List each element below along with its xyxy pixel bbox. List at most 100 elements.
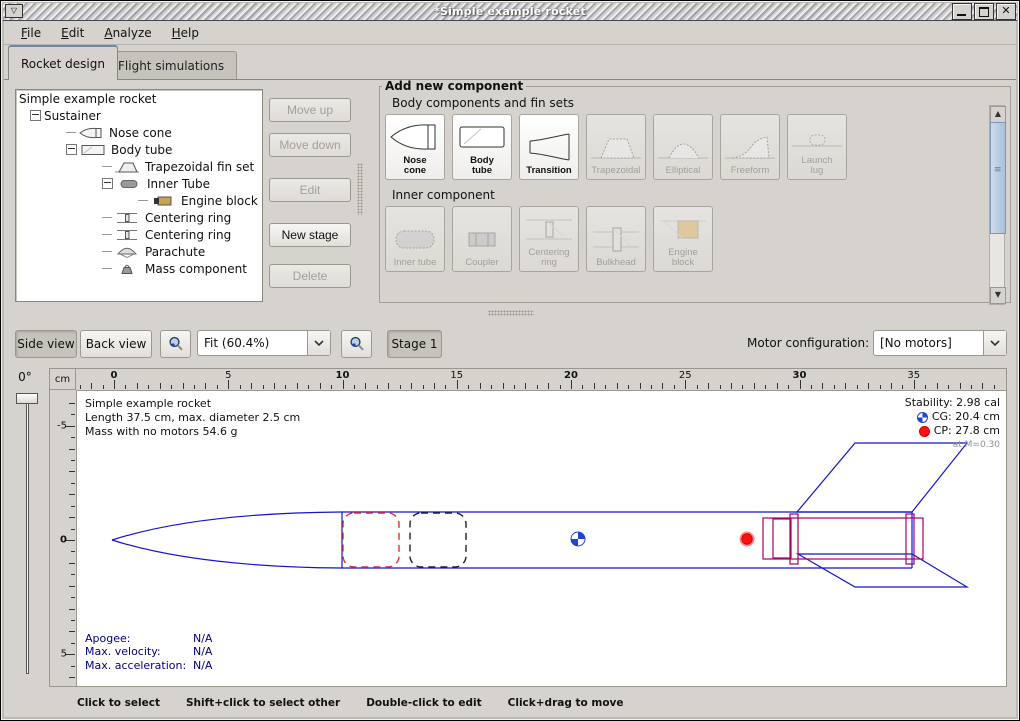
new-stage-button[interactable]: New stage xyxy=(269,223,351,247)
inner-components[interactable] xyxy=(763,514,923,564)
add-bulkhead-button[interactable]: Bulkhead xyxy=(586,206,646,272)
ruler-tick xyxy=(69,494,75,495)
chevron-down-icon[interactable] xyxy=(307,331,330,355)
tree-item-centering-ring[interactable]: Centering ring xyxy=(16,226,262,243)
tree-item-trapezoidal-fin-set[interactable]: Trapezoidal fin set xyxy=(16,158,262,175)
close-button[interactable]: ✕ xyxy=(996,3,1016,20)
horizontal-splitter-grip[interactable] xyxy=(488,310,534,316)
ruler-tick xyxy=(71,666,75,667)
tree-collapse-icon[interactable] xyxy=(66,144,77,155)
menu-help[interactable]: Help xyxy=(163,24,208,42)
maximize-button[interactable] xyxy=(974,3,994,20)
move-up-button[interactable]: Move up xyxy=(269,98,351,122)
tree-item-body-tube[interactable]: Body tube xyxy=(16,141,262,158)
tree-connector xyxy=(102,251,112,252)
add-body-tube-button[interactable]: Body tube xyxy=(452,114,512,180)
tree-item-nose-cone[interactable]: Nose cone xyxy=(16,124,262,141)
component-scrollbar[interactable]: ▲ ▼ xyxy=(989,105,1005,305)
chevron-down-icon[interactable] xyxy=(983,331,1006,355)
close-icon: ✕ xyxy=(997,4,1015,19)
tree-item-sustainer[interactable]: Sustainer xyxy=(16,107,262,124)
add-transition-button[interactable]: Transition xyxy=(519,114,579,180)
add-coupler-button[interactable]: Coupler xyxy=(452,206,512,272)
tree-item-simple-example-rocket[interactable]: Simple example rocket xyxy=(16,90,262,107)
rotation-slider-track[interactable] xyxy=(26,394,29,674)
add-engine-block-button[interactable]: Engine block xyxy=(653,206,713,272)
ruler-tick xyxy=(160,383,161,389)
ruler-tick xyxy=(114,380,115,389)
side-view-button[interactable]: Side view xyxy=(15,330,77,358)
ruler-tick xyxy=(308,385,309,389)
ruler-tick xyxy=(857,385,858,389)
tree-connector xyxy=(102,234,112,235)
ruler-tick xyxy=(205,383,206,389)
tree-item-engine-block[interactable]: Engine block xyxy=(16,192,262,209)
ruler-tick xyxy=(548,383,549,389)
ruler-tick xyxy=(742,385,743,389)
scrollbar-thumb[interactable] xyxy=(990,122,1006,234)
tree-connector xyxy=(102,268,112,269)
menu-edit[interactable]: Edit xyxy=(52,24,93,42)
mass-component-outline[interactable] xyxy=(410,513,466,567)
tree-connector xyxy=(66,132,76,133)
scroll-down-icon[interactable]: ▼ xyxy=(990,287,1006,304)
rocket-canvas[interactable]: Simple example rocket Length 37.5 cm, ma… xyxy=(76,390,1007,687)
component-button-label: Body tube xyxy=(459,156,505,176)
rotation-angle-label: 0° xyxy=(7,370,43,384)
tree-item-label: Inner Tube xyxy=(147,177,210,191)
rocket-outline[interactable] xyxy=(112,443,967,587)
vertical-splitter-grip[interactable] xyxy=(357,163,363,215)
zoom-in-button[interactable] xyxy=(341,330,372,358)
tree-item-parachute[interactable]: Parachute xyxy=(16,243,262,260)
nosecone-icon xyxy=(78,126,104,140)
ruler-tick xyxy=(365,383,366,389)
add-elliptical-button[interactable]: Elliptical xyxy=(653,114,713,180)
tree-item-centering-ring[interactable]: Centering ring xyxy=(16,209,262,226)
component-tree[interactable]: Simple example rocketSustainerNose coneB… xyxy=(15,89,263,302)
component-button-label: Engine block xyxy=(660,248,706,268)
add-nose-cone-button[interactable]: Nose cone xyxy=(385,114,445,180)
delete-button[interactable]: Delete xyxy=(269,264,351,288)
stage-1-toggle[interactable]: Stage 1 xyxy=(387,330,442,358)
tab-flight-simulations[interactable]: Flight simulations xyxy=(105,51,237,80)
title-bar[interactable]: ▽ *Simple example rocket ✕ xyxy=(3,3,1017,21)
parachute-outline[interactable] xyxy=(343,513,399,567)
add-trapezoidal-button[interactable]: Trapezoidal xyxy=(586,114,646,180)
ruler-tick xyxy=(514,385,515,389)
add-launch-lug-button[interactable]: Launch lug xyxy=(787,114,847,180)
add-inner-tube-button[interactable]: Inner tube xyxy=(385,206,445,272)
bodytube-icon xyxy=(455,120,509,154)
menu-analyze[interactable]: Analyze xyxy=(95,24,160,42)
tree-collapse-icon[interactable] xyxy=(102,178,113,189)
stability-info: Stability: 2.98 cal CG: 20.4 cm CP: 27.8… xyxy=(905,396,1000,452)
ruler-tick xyxy=(457,380,458,389)
move-down-button[interactable]: Move down xyxy=(269,133,351,157)
ruler-tick xyxy=(765,385,766,389)
tree-collapse-icon[interactable] xyxy=(30,110,41,121)
tab-row: Rocket design Flight simulations xyxy=(4,45,1016,80)
tree-item-mass-component[interactable]: Mass component xyxy=(16,260,262,277)
cg-marker xyxy=(571,532,585,546)
scroll-up-icon[interactable]: ▲ xyxy=(990,106,1006,123)
minimize-button[interactable] xyxy=(952,3,972,20)
tab-rocket-design[interactable]: Rocket design xyxy=(8,45,118,80)
menu-file[interactable]: File xyxy=(12,24,50,42)
ruler-tick xyxy=(685,380,686,389)
ruler-tick xyxy=(228,380,229,389)
ruler-tick xyxy=(71,483,75,484)
back-view-button[interactable]: Back view xyxy=(80,330,152,358)
add-freeform-button[interactable]: Freeform xyxy=(720,114,780,180)
ruler-tick xyxy=(331,385,332,389)
hint-text: Double-click to edit xyxy=(366,697,481,709)
zoom-select[interactable]: Fit (60.4%) xyxy=(197,330,331,356)
tree-item-inner-tube[interactable]: Inner Tube xyxy=(16,175,262,192)
zoom-out-button[interactable] xyxy=(160,330,191,358)
centering-ring-outline xyxy=(906,514,914,564)
add-centering-ring-button[interactable]: Centering ring xyxy=(519,206,579,272)
motor-configuration-select[interactable]: [No motors] xyxy=(873,330,1007,356)
ruler-label: 0 xyxy=(111,370,118,381)
edit-button[interactable]: Edit xyxy=(269,178,351,202)
component-button-label: Transition xyxy=(526,166,571,176)
parachute-icon xyxy=(114,245,140,259)
rotation-slider-handle[interactable] xyxy=(16,393,38,404)
